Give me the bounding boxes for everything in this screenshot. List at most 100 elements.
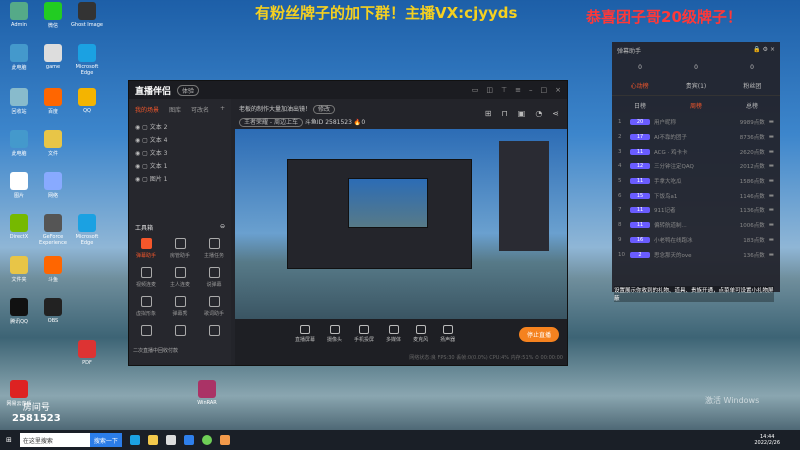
rank-row[interactable]: 9 16 小老鸭在线跑冰 183点数 ▬	[612, 233, 780, 248]
stop-stream-button[interactable]: 停止直播	[518, 327, 559, 342]
tool-item[interactable]: 弹幕秀	[163, 296, 197, 317]
streaming-app-icon[interactable]	[219, 435, 230, 445]
maximize-icon[interactable]: □	[541, 86, 548, 94]
minimize-icon[interactable]: –	[529, 86, 533, 94]
desktop-icon[interactable]: 文件夹	[2, 256, 36, 283]
toolbar-button[interactable]: 摄像头	[327, 325, 342, 343]
tool-item[interactable]: 视频连麦	[129, 267, 163, 288]
edge-icon[interactable]	[129, 435, 140, 445]
toolbar-button[interactable]: 手机投屏	[354, 325, 374, 343]
tool-item[interactable]: 说弹幕	[197, 267, 231, 288]
mail-icon[interactable]	[183, 435, 194, 445]
tool-item[interactable]	[197, 325, 231, 339]
toolbar-button[interactable]: 多媒体	[386, 325, 401, 343]
search-input[interactable]: 在这里搜索	[19, 433, 90, 447]
rank-row[interactable]: 10 2 思念那天的ove 136点数 ▬	[612, 247, 780, 262]
lock-icon[interactable]: ▢	[142, 163, 148, 170]
tab-rename[interactable]: 可改名	[191, 105, 209, 114]
eye-icon[interactable]: ◉	[135, 176, 140, 183]
desktop-icon[interactable]: 文件	[36, 130, 70, 157]
store-icon[interactable]	[165, 435, 176, 445]
desktop-icon[interactable]: 网络	[36, 172, 70, 199]
share-icon[interactable]: ⋖	[552, 109, 559, 118]
explorer-icon[interactable]	[147, 435, 158, 445]
category-button[interactable]: 王者荣耀 - 周边上车	[239, 118, 303, 127]
tool-item[interactable]: 主人连麦	[163, 267, 197, 288]
rank-row[interactable]: 4 12 三分钟注定QAQ 2012点数 ▬	[612, 159, 780, 174]
source-item[interactable]: ◉ ▢ 文本 4	[129, 133, 231, 146]
tab-total[interactable]: 总榜	[746, 101, 758, 110]
collapse-icon[interactable]: ⊖	[220, 223, 225, 232]
rank-row[interactable]: 6 15 下饭鸟a1 1146点数 ▬	[612, 188, 780, 203]
edit-button[interactable]: 修改	[312, 105, 335, 114]
desktop-icon[interactable]: 回收站	[2, 88, 36, 115]
source-item[interactable]: ◉ ▢ 图片 1	[129, 172, 231, 185]
bell-icon[interactable]: ◔	[535, 109, 542, 118]
toolbar-button[interactable]: 麦克风	[413, 325, 428, 343]
desktop-icon[interactable]: Microsoft Edge	[70, 214, 104, 246]
source-item[interactable]: ◉ ▢ 文本 3	[129, 146, 231, 159]
tab-week[interactable]: 周榜	[690, 101, 702, 110]
eye-icon[interactable]: ◉	[135, 150, 140, 157]
shirt-icon[interactable]: ⊤	[501, 86, 507, 94]
clock[interactable]: 14:44 2022/2/26	[754, 434, 800, 446]
rank-row[interactable]: 7 11 911记者 1136点数 ▬	[612, 203, 780, 218]
desktop-icon[interactable]: 图片	[2, 172, 36, 199]
panel-controls[interactable]: 🔒 ⚙ ×	[753, 46, 775, 55]
lock-icon[interactable]: ⊓	[502, 109, 508, 118]
source-item[interactable]: ◉ ▢ 文本 1	[129, 159, 231, 172]
eye-icon[interactable]: ◉	[135, 124, 140, 131]
lock-icon[interactable]: ▢	[142, 124, 148, 131]
tab-heart[interactable]: 心动榜	[631, 81, 649, 90]
desktop-icon[interactable]: 斗鱼	[36, 256, 70, 283]
desktop-icon[interactable]: DirectX	[2, 214, 36, 240]
desktop-icon[interactable]: GeForce Experience	[36, 214, 70, 246]
tab-day[interactable]: 日榜	[634, 101, 646, 110]
rank-row[interactable]: 3 11 ACG · 鸡卡卡 2620点数 ▬	[612, 144, 780, 159]
close-icon[interactable]: ×	[555, 86, 561, 94]
gift-icon[interactable]: ⊞	[485, 109, 492, 118]
tab-scenes[interactable]: 我的场景	[135, 105, 159, 114]
lock-icon[interactable]: ▢	[142, 150, 148, 157]
tool-item[interactable]: 歌词助手	[197, 296, 231, 317]
preview-canvas[interactable]	[235, 129, 567, 319]
tab-gallery[interactable]: 图库	[169, 105, 181, 114]
start-icon[interactable]: ⊞	[6, 436, 12, 444]
eye-icon[interactable]: ◉	[135, 163, 140, 170]
toolbar-button[interactable]: 直播屏幕	[295, 325, 315, 343]
tip-text[interactable]: 二次直播中回收付款	[129, 339, 231, 362]
desktop-icon[interactable]: 百度	[36, 88, 70, 115]
search-button[interactable]: 搜索一下	[89, 433, 122, 447]
tool-item[interactable]	[163, 325, 197, 339]
rank-row[interactable]: 5 11 手拿大吃瓜 1586点数 ▬	[612, 174, 780, 189]
menu-icon[interactable]: ≡	[515, 86, 521, 94]
toolbar-button[interactable]: 扬声器	[440, 325, 455, 343]
lock-icon[interactable]: ▢	[142, 137, 148, 144]
tool-item[interactable]: 弹幕助手	[129, 238, 163, 259]
desktop-icon[interactable]: 微信	[36, 2, 70, 29]
tab-vip[interactable]: 贵宾(1)	[686, 81, 707, 90]
message-icon[interactable]: ▭	[472, 86, 479, 94]
lock-icon[interactable]: ▢	[142, 176, 148, 183]
desktop-icon[interactable]: PDF	[70, 340, 104, 366]
app-icon[interactable]	[201, 435, 212, 445]
source-item[interactable]: ◉ ▢ 文本 2	[129, 120, 231, 133]
tool-item[interactable]: 房管助手	[163, 238, 197, 259]
desktop-icon[interactable]: 腾讯QQ	[2, 298, 36, 325]
desktop-icon[interactable]: OBS	[36, 298, 70, 324]
rank-row[interactable]: 8 11 偏转航道制... 1006点数 ▬	[612, 218, 780, 233]
desktop-icon[interactable]: QQ	[70, 88, 104, 114]
tool-item[interactable]	[129, 325, 163, 339]
tool-item[interactable]: 主播任务	[197, 238, 231, 259]
rank-row[interactable]: 1 20 用户昵称 9989点数 ▬	[612, 115, 780, 130]
tab-fans[interactable]: 粉丝团	[743, 81, 761, 90]
desktop-icon[interactable]: Admin	[2, 2, 36, 28]
desktop-icon[interactable]: 此电脑	[2, 130, 36, 157]
version-pill[interactable]: 体验	[177, 84, 200, 96]
box-icon[interactable]: ▣	[518, 109, 526, 118]
desktop-icon[interactable]: Ghost Image	[70, 2, 104, 28]
desktop-icon[interactable]: Microsoft Edge	[70, 44, 104, 76]
desktop-icon[interactable]: 此电脑	[2, 44, 36, 71]
rank-row[interactable]: 2 17 AI不靠的团子 8736点数 ▬	[612, 130, 780, 145]
desktop-icon[interactable]: WinRAR	[190, 380, 224, 406]
